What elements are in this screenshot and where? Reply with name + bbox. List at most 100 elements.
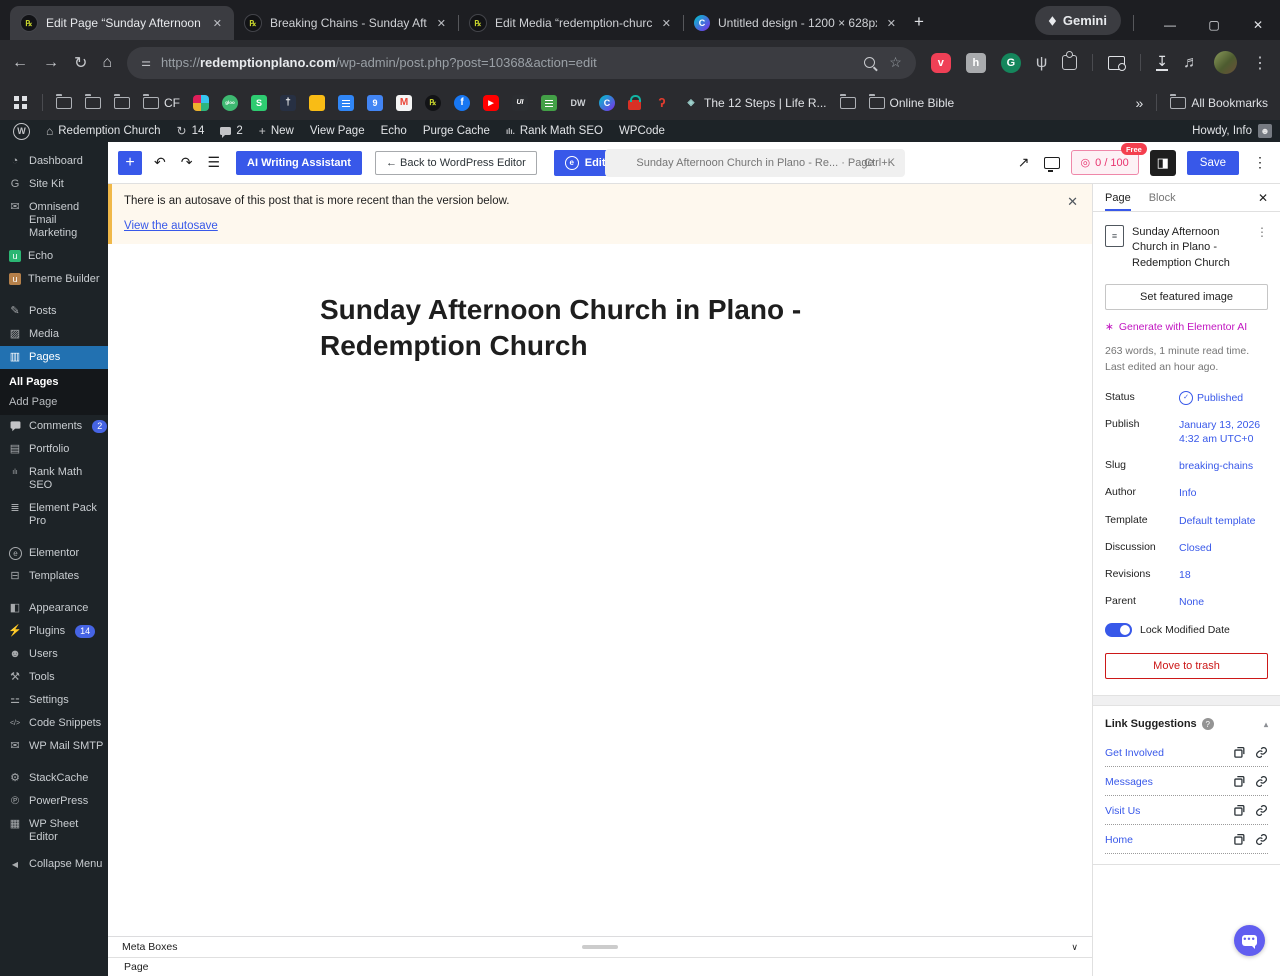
restore-button[interactable]: ▢: [1192, 18, 1236, 32]
menu-item-rank-math[interactable]: ılı Rank Math SEO: [0, 461, 108, 497]
suggestion-link[interactable]: Messages: [1105, 776, 1233, 788]
set-featured-image-button[interactable]: Set featured image: [1105, 284, 1268, 311]
bookmark-folder-icon[interactable]: [114, 93, 130, 109]
forward-button[interactable]: →: [43, 54, 59, 72]
bookmark-folder-icon[interactable]: [85, 93, 101, 109]
browser-menu-icon[interactable]: ⋮: [1252, 53, 1268, 73]
back-to-wordpress-editor-button[interactable]: ← Back to WordPress Editor: [374, 150, 537, 175]
author-value[interactable]: Info: [1179, 486, 1268, 500]
menu-item-media[interactable]: ▨ Media: [0, 323, 108, 346]
publish-value[interactable]: January 13, 2026 4:32 am UTC+0: [1179, 418, 1268, 446]
command-center-button[interactable]: Sunday Afternoon Church in Plano - Re...…: [605, 148, 905, 177]
meta-boxes-bar[interactable]: Meta Boxes ∨: [108, 936, 1092, 957]
menu-item-settings[interactable]: ⚍ Settings: [0, 689, 108, 712]
extensions-icon[interactable]: [1062, 51, 1078, 70]
google-docs-bookmark-icon[interactable]: [338, 94, 354, 111]
minimize-button[interactable]: —: [1148, 18, 1192, 32]
dw-bookmark-icon[interactable]: DW: [570, 95, 586, 111]
block-inserter-button[interactable]: +: [118, 150, 142, 175]
pocket-extension-icon[interactable]: v: [930, 52, 951, 73]
green-list-bookmark-icon[interactable]: [541, 94, 557, 111]
all-bookmarks[interactable]: All Bookmarks: [1170, 93, 1268, 110]
menu-item-wp-sheet-editor[interactable]: ▦ WP Sheet Editor: [0, 813, 108, 849]
insert-link-icon[interactable]: [1255, 804, 1268, 817]
undo-button[interactable]: ↶: [151, 154, 169, 171]
honey-extension-icon[interactable]: h: [965, 52, 986, 73]
menu-item-comments[interactable]: Comments 2: [0, 415, 108, 438]
tab-close-icon[interactable]: ✕: [885, 17, 898, 30]
ui-bookmark-icon[interactable]: UI: [512, 94, 528, 111]
view-autosave-link[interactable]: View the autosave: [124, 220, 218, 232]
page-title[interactable]: Sunday Afternoon Church in Plano - Redem…: [320, 292, 880, 365]
menu-item-site-kit[interactable]: G Site Kit: [0, 173, 108, 196]
admin-bar-purge-cache[interactable]: Purge Cache: [418, 125, 495, 137]
rank-math-score-button[interactable]: ◎ 0 / 100 Free: [1070, 143, 1147, 175]
apps-grid-icon[interactable]: [14, 96, 19, 101]
tab-close-icon[interactable]: ✕: [211, 17, 224, 30]
admin-bar-wpcode[interactable]: WPCode: [614, 125, 670, 137]
admin-bar-updates[interactable]: ↻ 14: [172, 124, 210, 138]
settings-sidebar-toggle[interactable]: ◨: [1149, 149, 1176, 176]
bookmark-folder-icon[interactable]: [839, 93, 856, 109]
insert-link-icon[interactable]: [1255, 775, 1268, 788]
close-window-button[interactable]: ✕: [1236, 18, 1280, 32]
menu-item-appearance[interactable]: ◧ Appearance: [0, 597, 108, 620]
admin-bar-echo[interactable]: Echo: [376, 125, 412, 137]
gloo-bookmark-icon[interactable]: gloo: [222, 94, 238, 111]
menu-item-tools[interactable]: ⚒ Tools: [0, 666, 108, 689]
submenu-add-page[interactable]: Add Page: [0, 392, 108, 412]
menu-item-portfolio[interactable]: ▤ Portfolio: [0, 438, 108, 461]
subsplash-bookmark-icon[interactable]: S: [251, 94, 267, 111]
reload-button[interactable]: ↻: [74, 53, 87, 73]
move-to-trash-button[interactable]: Move to trash: [1105, 653, 1268, 680]
suggestion-link[interactable]: Visit Us: [1105, 805, 1233, 817]
resize-handle[interactable]: [582, 945, 618, 949]
notice-close-icon[interactable]: ✕: [1067, 194, 1078, 210]
menu-item-theme-builder[interactable]: u Theme Builder: [0, 268, 108, 291]
bookmarks-overflow-icon[interactable]: »: [1136, 95, 1144, 111]
tab-edit-media[interactable]: ℞ Edit Media “redemption-church ✕: [459, 6, 683, 40]
menu-item-users[interactable]: ☻ Users: [0, 643, 108, 666]
new-tab-button[interactable]: +: [914, 12, 924, 32]
collapse-arrow-icon[interactable]: ▴: [1264, 720, 1268, 729]
grammarly-extension-icon[interactable]: G: [1000, 52, 1021, 73]
admin-bar-new[interactable]: + New: [254, 124, 299, 138]
menu-item-echo[interactable]: u Echo: [0, 245, 108, 268]
save-button[interactable]: Save: [1186, 150, 1239, 175]
canva-bookmark-icon[interactable]: C: [599, 94, 615, 111]
bookmark-folder-online-bible[interactable]: Online Bible: [868, 93, 954, 110]
tab-edit-page[interactable]: ℞ Edit Page “Sunday Afternoon C ✕: [10, 6, 234, 40]
meta-boxes-chevron-icon[interactable]: ∨: [1071, 942, 1078, 953]
copy-link-icon[interactable]: [1233, 833, 1246, 846]
menu-item-omnisend[interactable]: ✉ Omnisend Email Marketing: [0, 196, 108, 245]
chat-widget-button[interactable]: •••: [1234, 925, 1265, 956]
admin-bar-comments[interactable]: 2: [215, 125, 247, 138]
menu-item-code-snippets[interactable]: </> Code Snippets: [0, 712, 108, 735]
redo-button[interactable]: ↷: [178, 154, 196, 171]
lock-bookmark-icon[interactable]: [628, 94, 641, 110]
menu-item-element-pack[interactable]: ≣ Element Pack Pro: [0, 497, 108, 533]
menu-item-stackcache[interactable]: ⚙ StackCache: [0, 767, 108, 790]
bookmark-folder-icon[interactable]: [56, 93, 72, 109]
discussion-value[interactable]: Closed: [1179, 541, 1268, 555]
tab-block[interactable]: Block: [1149, 184, 1176, 211]
generate-with-elementor-ai-link[interactable]: ∗ Generate with Elementor AI: [1093, 312, 1280, 336]
copy-link-icon[interactable]: [1233, 746, 1246, 759]
tab-page[interactable]: Page: [1105, 184, 1131, 211]
help-icon[interactable]: ?: [1201, 718, 1214, 731]
slack-bookmark-icon[interactable]: [193, 94, 209, 111]
template-value[interactable]: Default template: [1179, 514, 1268, 528]
gemini-button[interactable]: ◆ Gemini: [1035, 6, 1121, 35]
copy-link-icon[interactable]: [1233, 804, 1246, 817]
redemption-church-bookmark-icon[interactable]: ℞: [425, 94, 441, 111]
panel-close-icon[interactable]: ✕: [1258, 184, 1268, 211]
insert-link-icon[interactable]: [1255, 746, 1268, 759]
home-button[interactable]: ⌂: [102, 54, 112, 72]
media-controls-icon[interactable]: ♬: [1183, 54, 1199, 72]
copy-link-icon[interactable]: [1233, 775, 1246, 788]
status-value[interactable]: ✓ Published: [1179, 390, 1268, 405]
menu-item-collapse[interactable]: ◀ Collapse Menu: [0, 853, 108, 876]
editor-canvas[interactable]: Sunday Afternoon Church in Plano - Redem…: [108, 244, 1092, 936]
swoosh-bookmark-icon[interactable]: ʔ: [654, 95, 670, 111]
view-page-external-icon[interactable]: ↗: [1015, 154, 1033, 171]
